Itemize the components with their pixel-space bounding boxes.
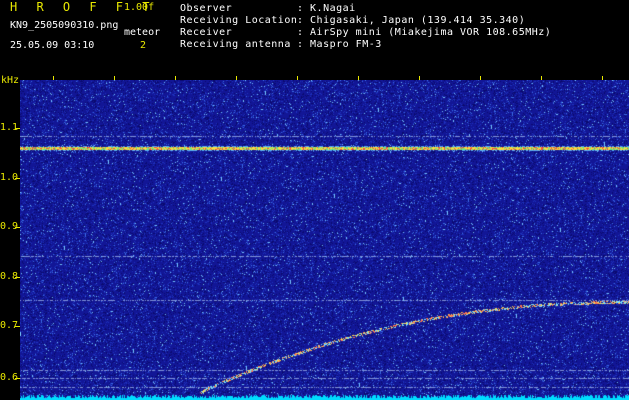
meteor-label: meteor [124,27,161,38]
info-label-receiver: Receiver [180,27,233,38]
info-value-antenna: : Maspro FM-3 [297,39,382,50]
version-label: 1.00f [124,2,155,13]
info-label-location: Receiving Location [180,15,298,26]
header-panel: H R O F F T 1.00f KN9_2505090310.png met… [0,0,629,76]
y-axis-unit: kHz [1,75,20,86]
meteor-count: 2 [140,40,147,51]
timestamp: 25.05.09 03:10 [10,40,95,51]
info-value-observer: : K.Nagai [297,3,356,14]
info-value-location: : Chigasaki, Japan (139.414 35.340) [297,15,526,26]
info-label-observer: Observer [180,3,233,14]
info-value-receiver: : AirSpy mini (Miakejima VOR 108.65MHz) [297,27,552,38]
info-label-antenna: Receiving antenna [180,39,291,50]
file-name: KN9_2505090310.png [10,20,119,31]
waterfall-spectrogram [20,80,629,400]
